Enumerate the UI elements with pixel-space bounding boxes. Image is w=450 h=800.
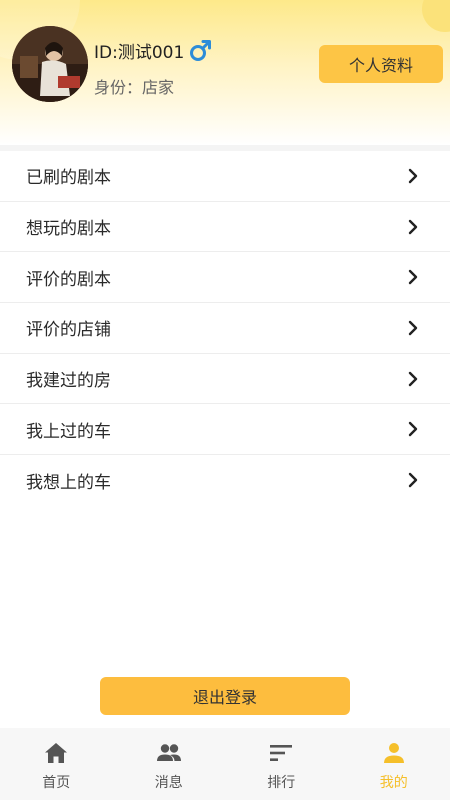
tab-label: 消息: [154, 775, 183, 791]
user-id: ID:测试001: [94, 38, 214, 63]
menu-item-wanted-games[interactable]: 我想上的车: [0, 455, 450, 506]
tab-me[interactable]: 我的: [338, 728, 450, 800]
chevron-right-icon: [408, 219, 418, 234]
home-icon: [45, 743, 68, 763]
menu-item-label: 我建过的房: [26, 371, 111, 392]
tab-label: 首页: [42, 775, 71, 791]
menu-item-label: 评价的剧本: [26, 269, 111, 290]
tab-home[interactable]: 首页: [0, 728, 113, 800]
menu-item-joined-games[interactable]: 我上过的车: [0, 404, 450, 456]
menu-item-label: 我上过的车: [26, 421, 111, 442]
tab-label: 我的: [379, 775, 408, 791]
chevron-right-icon: [408, 168, 418, 184]
profile-header: ID:测试001 身份：店家 个人资料: [0, 0, 450, 145]
menu-item-label: 想玩的剧本: [26, 219, 111, 240]
menu-item-played-scripts[interactable]: 已刷的剧本: [0, 151, 450, 202]
decorative-circle: [422, 0, 450, 32]
menu-item-label: 评价的店铺: [26, 320, 111, 341]
chevron-right-icon: [408, 270, 418, 285]
menu-item-reviewed-shops[interactable]: 评价的店铺: [0, 303, 450, 354]
identity-label: 身份：店家: [94, 78, 175, 97]
menu-item-reviewed-scripts[interactable]: 评价的剧本: [0, 252, 450, 304]
tab-messages[interactable]: 消息: [113, 728, 226, 800]
chevron-right-icon: [408, 320, 418, 336]
bottom-tab-bar: 首页 消息 排行 我的: [0, 728, 450, 800]
tab-ranking[interactable]: 排行: [225, 728, 338, 800]
person-icon: [383, 743, 404, 763]
menu-item-wishlist-scripts[interactable]: 想玩的剧本: [0, 202, 450, 253]
tab-label: 排行: [267, 775, 296, 791]
edit-profile-button[interactable]: 个人资料: [319, 45, 443, 83]
sort-icon: [270, 745, 293, 761]
menu-list: 已刷的剧本 想玩的剧本 评价的剧本 评价的店铺 我建过的房 我上过的车 我想上的…: [0, 151, 450, 506]
user-id-text: ID:测试001: [94, 42, 185, 63]
menu-item-label: 已刷的剧本: [26, 168, 111, 189]
male-icon: [190, 40, 212, 61]
logout-button[interactable]: 退出登录: [100, 677, 350, 715]
avatar[interactable]: [12, 26, 88, 102]
chevron-right-icon: [408, 422, 418, 437]
menu-item-label: 我想上的车: [26, 472, 111, 493]
chevron-right-icon: [408, 473, 418, 488]
chevron-right-icon: [408, 371, 418, 386]
menu-item-created-rooms[interactable]: 我建过的房: [0, 354, 450, 405]
people-icon: [156, 744, 181, 761]
